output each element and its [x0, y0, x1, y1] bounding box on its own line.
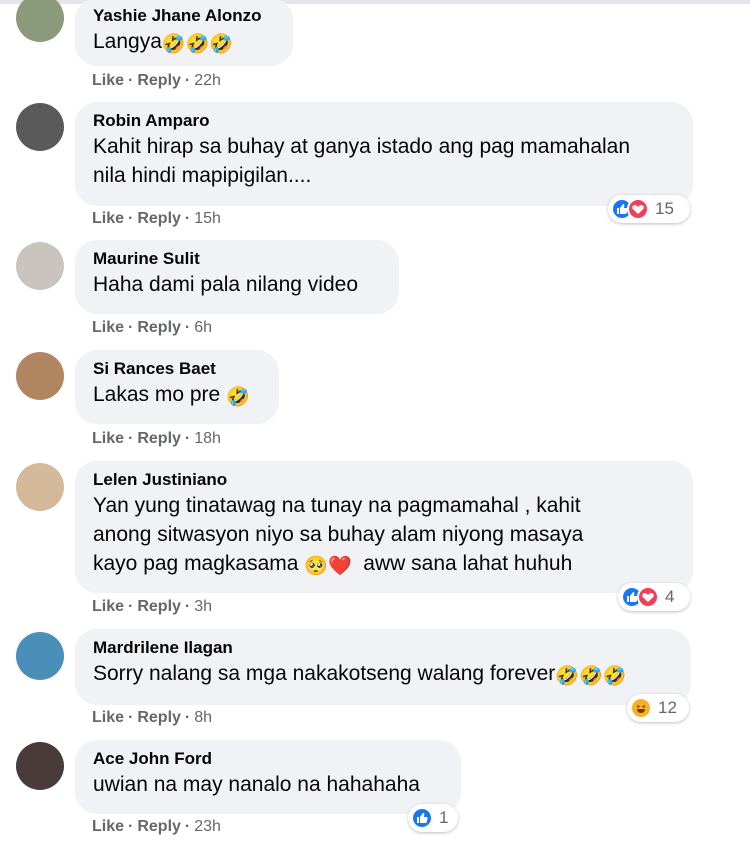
avatar[interactable] — [16, 742, 64, 790]
like-reaction-icon — [411, 807, 433, 829]
comment-timestamp[interactable]: 23h — [194, 818, 221, 835]
pleading-heart-emoji-icon: 🥺❤️ — [304, 555, 352, 577]
comment-actions: Like · Reply · 6h — [92, 319, 213, 336]
comment-timestamp[interactable]: 15h — [194, 210, 221, 227]
comment-author[interactable]: Maurine Sulit — [93, 248, 381, 270]
avatar[interactable] — [16, 103, 64, 151]
like-link[interactable]: Like — [92, 818, 124, 835]
comment-actions: Like · Reply · 3h — [92, 598, 213, 615]
like-link[interactable]: Like — [92, 210, 124, 227]
reaction-summary[interactable]: 1 — [408, 804, 458, 832]
reply-link[interactable]: Reply — [137, 72, 181, 89]
reaction-summary[interactable]: 12 — [627, 694, 689, 722]
comment-bubble: Maurine Sulit Haha dami pala nilang vide… — [75, 240, 399, 314]
reaction-count: 1 — [439, 808, 449, 827]
comment-text: Langya🤣🤣🤣 — [93, 30, 233, 55]
reaction-summary[interactable]: 15 — [608, 195, 690, 223]
like-link[interactable]: Like — [92, 430, 124, 447]
comment-timestamp[interactable]: 18h — [194, 430, 221, 447]
like-link[interactable]: Like — [92, 72, 124, 89]
laughing-emoji-icon: 🤣🤣🤣 — [555, 665, 627, 687]
comment-author[interactable]: Yashie Jhane Alonzo — [93, 5, 275, 27]
comment-text: Kahit hirap sa buhay at ganya istado ang… — [93, 135, 631, 187]
avatar[interactable] — [16, 352, 64, 400]
comment-bubble: Robin Amparo Kahit hirap sa buhay at gan… — [75, 102, 693, 206]
love-reaction-icon — [637, 586, 659, 608]
avatar[interactable] — [16, 242, 64, 290]
comment-text: uwian na may nanalo na hahahaha — [93, 773, 420, 796]
comment-author[interactable]: Robin Amparo — [93, 110, 675, 132]
comment-text: Haha dami pala nilang video — [93, 273, 359, 296]
comment-actions: Like · Reply · 8h — [92, 709, 213, 726]
comment-author[interactable]: Lelen Justiniano — [93, 469, 675, 491]
comment-text: Yan yung tinatawag na tunay na pagmamaha… — [93, 494, 584, 577]
comment-timestamp[interactable]: 8h — [194, 709, 212, 726]
avatar[interactable] — [16, 632, 64, 680]
comment-bubble: Mardrilene Ilagan Sorry nalang sa mga na… — [75, 629, 691, 705]
reply-link[interactable]: Reply — [137, 818, 181, 835]
love-reaction-icon — [627, 198, 649, 220]
laughing-emoji-icon: 🤣🤣🤣 — [161, 33, 233, 55]
comment-author[interactable]: Mardrilene Ilagan — [93, 637, 673, 659]
comment-text: Sorry nalang sa mga nakakotseng walang f… — [93, 662, 627, 687]
comment-text: Lakas mo pre 🤣 — [93, 383, 250, 408]
reaction-count: 4 — [665, 587, 675, 606]
avatar[interactable] — [16, 0, 64, 42]
reaction-count: 12 — [658, 698, 677, 717]
comment-actions: Like · Reply · 15h — [92, 210, 221, 227]
comment-timestamp[interactable]: 6h — [194, 319, 212, 336]
comment-bubble: Lelen Justiniano Yan yung tinatawag na t… — [75, 461, 693, 593]
comment-actions: Like · Reply · 18h — [92, 430, 221, 447]
haha-reaction-icon — [630, 697, 652, 719]
reaction-count: 15 — [655, 199, 674, 218]
laughing-emoji-icon: 🤣 — [226, 386, 250, 408]
reply-link[interactable]: Reply — [137, 709, 181, 726]
comment-bubble: Si Rances Baet Lakas mo pre 🤣 — [75, 350, 279, 424]
comment-timestamp[interactable]: 22h — [194, 72, 221, 89]
comment-author[interactable]: Si Rances Baet — [93, 358, 261, 380]
comment-actions: Like · Reply · 23h — [92, 818, 221, 835]
like-link[interactable]: Like — [92, 709, 124, 726]
reply-link[interactable]: Reply — [137, 598, 181, 615]
reply-link[interactable]: Reply — [137, 319, 181, 336]
reply-link[interactable]: Reply — [137, 210, 181, 227]
avatar[interactable] — [16, 463, 64, 511]
like-link[interactable]: Like — [92, 598, 124, 615]
comment-timestamp[interactable]: 3h — [194, 598, 212, 615]
comment-actions: Like · Reply · 22h — [92, 72, 221, 89]
reply-link[interactable]: Reply — [137, 430, 181, 447]
comment-author[interactable]: Ace John Ford — [93, 748, 443, 770]
comment-bubble: Yashie Jhane Alonzo Langya🤣🤣🤣 — [75, 0, 293, 66]
comment-bubble: Ace John Ford uwian na may nanalo na hah… — [75, 740, 461, 814]
reaction-summary[interactable]: 4 — [618, 583, 690, 611]
like-link[interactable]: Like — [92, 319, 124, 336]
